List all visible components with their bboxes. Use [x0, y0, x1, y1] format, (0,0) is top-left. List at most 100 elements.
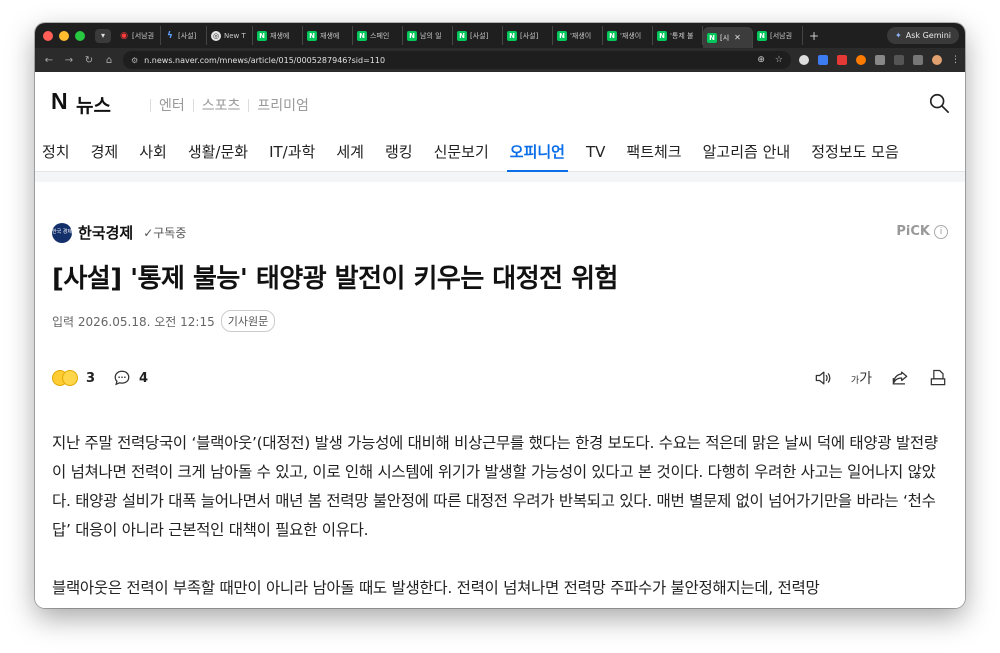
nav-item[interactable]: IT/과학: [269, 132, 315, 172]
naver-favicon-icon: N: [657, 30, 667, 41]
nav-item[interactable]: 생활/문화: [188, 132, 248, 172]
nav-item[interactable]: 팩트체크: [626, 132, 681, 172]
nav-item[interactable]: 알고리즘 안내: [703, 132, 791, 172]
blue-favicon-icon: ϟ: [167, 30, 173, 41]
font-size-button[interactable]: 가가: [851, 368, 872, 388]
tab-label: '재생이: [570, 31, 592, 40]
pick-label: PiCK: [896, 224, 930, 239]
nav-item[interactable]: 랭킹: [385, 132, 413, 172]
comment-count[interactable]: 4: [139, 371, 148, 386]
new-tab-button[interactable]: +: [809, 29, 819, 43]
naver-favicon-icon: N: [757, 30, 767, 41]
chevron-down-icon: ▾: [100, 31, 105, 40]
extension-red-icon[interactable]: [837, 55, 847, 65]
premium-link[interactable]: 프리미엄: [257, 95, 309, 115]
press-name[interactable]: 한국경제: [78, 222, 133, 243]
entertainment-link[interactable]: 엔터: [159, 95, 185, 115]
comment-icon[interactable]: [113, 369, 131, 387]
check-icon: ✓: [143, 226, 154, 240]
ask-gemini-button[interactable]: ✦ Ask Gemini: [887, 27, 959, 44]
article-tools: 가가: [813, 368, 948, 388]
browser-tab[interactable]: N [서남권: [753, 26, 803, 45]
tab-label: [사설]: [470, 31, 489, 40]
divider: [150, 98, 151, 112]
minimize-window-button[interactable]: [59, 30, 69, 41]
zoom-icon[interactable]: ⊕: [757, 55, 765, 65]
pick-badge[interactable]: PiCK i: [896, 224, 948, 239]
naver-favicon-icon: N: [257, 30, 267, 41]
naver-favicon-icon: N: [607, 30, 617, 41]
publish-date: 입력 2026.05.18. 오전 12:15: [52, 314, 215, 329]
site-info-icon[interactable]: ⚙: [131, 56, 138, 65]
ask-gemini-label: Ask Gemini: [905, 31, 951, 40]
section-divider: [35, 172, 965, 182]
nav-item[interactable]: TV: [586, 132, 605, 172]
font-size-large-glyph: 가: [859, 371, 872, 387]
maximize-window-button[interactable]: [75, 30, 85, 41]
nav-item[interactable]: 오피니언: [506, 132, 569, 172]
extension-gray-icon[interactable]: [875, 55, 885, 65]
extension-blue-icon[interactable]: [818, 55, 828, 65]
browser-tab[interactable]: N 남의 일: [403, 26, 453, 45]
tab-label: 재생에: [320, 31, 340, 40]
nav-item[interactable]: 경제: [91, 132, 119, 172]
close-window-button[interactable]: [43, 30, 53, 41]
reaction-emoji-icon[interactable]: [52, 370, 78, 386]
info-icon[interactable]: i: [934, 224, 948, 239]
paragraph: 블랙아웃은 전력이 부족할 때만이 아니라 남아돌 때도 발생한다. 전력이 넘…: [52, 579, 820, 597]
news-logo[interactable]: 뉴스: [76, 91, 111, 118]
nav-item[interactable]: 사회: [139, 132, 167, 172]
tab-label: '재생이: [620, 31, 642, 40]
browser-tab[interactable]: N 재생에: [253, 26, 303, 45]
browser-tab[interactable]: ◎ New T: [207, 26, 253, 45]
browser-tab[interactable]: N '재생이: [603, 26, 653, 45]
nav-item[interactable]: 정정보도 모음: [811, 132, 899, 172]
extension-orange-icon[interactable]: [856, 55, 866, 65]
browser-tab[interactable]: N '통제 불: [653, 26, 703, 45]
forward-button[interactable]: →: [63, 55, 75, 66]
divider: [248, 98, 250, 112]
browser-tab[interactable]: N 재생에: [303, 26, 353, 45]
browser-tab[interactable]: N [사설]: [503, 26, 553, 45]
window-controls: [43, 30, 85, 41]
browser-window: ▾ ◉ [서남권 ϟ [사설] ◎ New T N 재생에 N 재생에 N 스페인 N 남의 일 N [사설]…: [35, 23, 965, 608]
browser-tab[interactable]: ϟ [사설]: [161, 26, 207, 45]
extension-record-icon[interactable]: [799, 55, 809, 65]
extensions-puzzle-icon[interactable]: [913, 55, 923, 65]
close-tab-icon[interactable]: ✕: [734, 33, 741, 42]
home-button[interactable]: ⌂: [103, 55, 115, 66]
naver-logo[interactable]: N: [51, 88, 68, 115]
print-icon[interactable]: [928, 368, 948, 388]
red-favicon-icon: ◉: [120, 30, 128, 41]
press-logo[interactable]: 한국 경제: [52, 222, 72, 243]
press-info: 한국 경제 한국경제 ✓구독중: [52, 222, 186, 243]
share-icon[interactable]: [890, 368, 910, 388]
speaker-icon[interactable]: [813, 368, 833, 388]
profile-avatar[interactable]: [932, 55, 942, 65]
browser-tab[interactable]: N [사설]: [453, 26, 503, 45]
naver-favicon-icon: N: [407, 30, 417, 41]
search-icon[interactable]: [928, 92, 950, 114]
nav-item[interactable]: 세계: [336, 132, 364, 172]
address-bar[interactable]: ⚙ n.news.naver.com/mnews/article/015/000…: [123, 51, 791, 69]
browser-tab[interactable]: N '재생이: [553, 26, 603, 45]
browser-tab[interactable]: ◉ [서남권: [115, 26, 161, 45]
original-article-button[interactable]: 기사원문: [220, 310, 276, 332]
tab-search-button[interactable]: ▾: [95, 28, 111, 43]
sports-link[interactable]: 스포츠: [202, 95, 241, 115]
back-button[interactable]: ←: [43, 55, 55, 66]
browser-tab[interactable]: N [시 ✕: [703, 27, 753, 48]
paragraph: 지난 주말 전력당국이 ‘블랙아웃’(대정전) 발생 가능성에 대비해 비상근무…: [52, 434, 938, 539]
bookmark-star-icon[interactable]: ☆: [775, 55, 783, 65]
reload-button[interactable]: ↻: [83, 55, 95, 66]
reaction-bar: 3 4: [52, 369, 148, 387]
browser-tab[interactable]: N 스페인: [353, 26, 403, 45]
nav-item[interactable]: 신문보기: [434, 132, 489, 172]
extension-dark-icon[interactable]: [894, 55, 904, 65]
nav-item[interactable]: 정치: [42, 132, 70, 172]
subscribe-button[interactable]: ✓구독중: [143, 224, 186, 241]
reaction-count[interactable]: 3: [86, 371, 95, 386]
site-header: N 뉴스 엔터 스포츠 프리미엄: [35, 72, 965, 132]
tab-label: [서남권: [770, 31, 793, 40]
browser-menu-icon[interactable]: ⋮: [951, 55, 960, 65]
